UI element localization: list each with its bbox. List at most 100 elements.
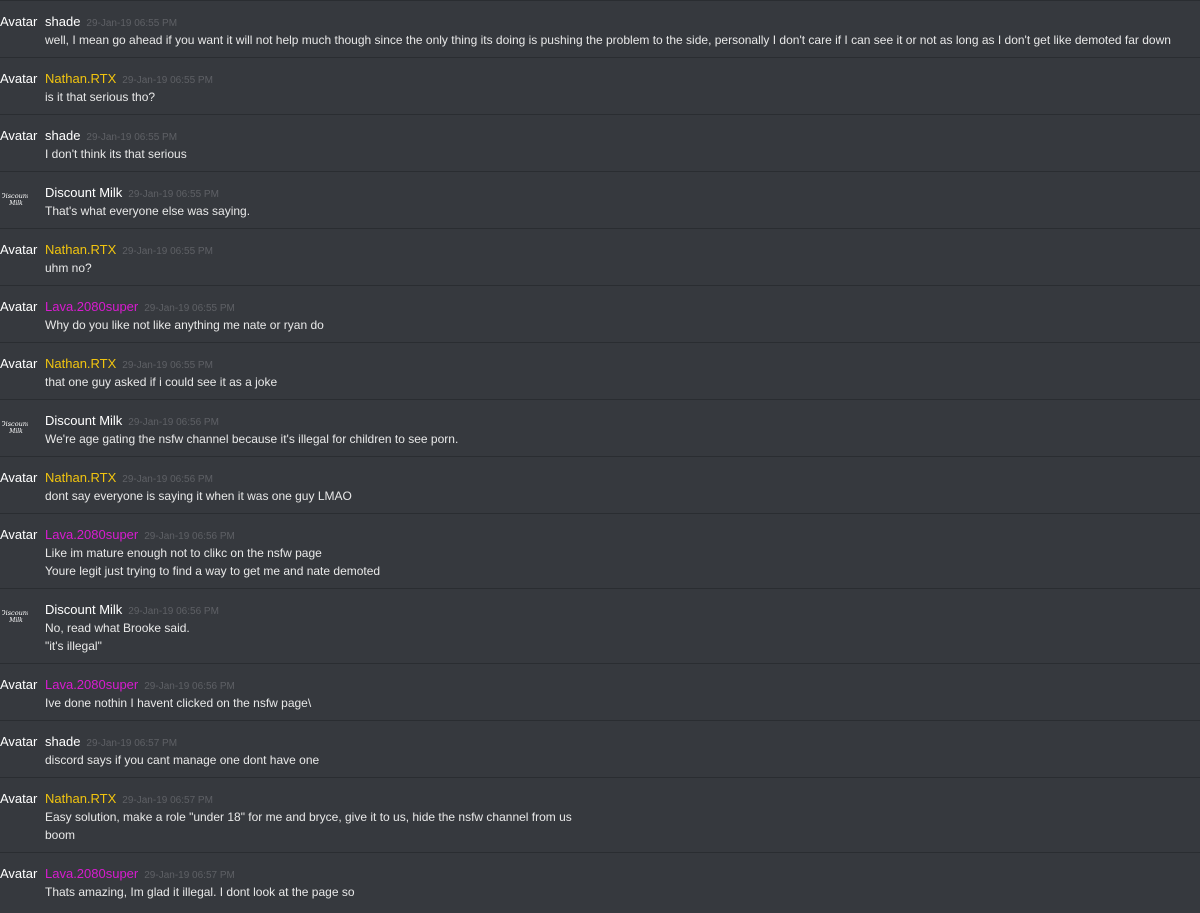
avatar[interactable]: Avatar <box>0 527 37 542</box>
message-text: discord says if you cant manage one dont… <box>45 753 320 767</box>
message: Avatar Nathan.RTX 29-Jan-19 06:55 PM that o… <box>0 342 1200 399</box>
username[interactable]: shade <box>45 734 80 749</box>
username[interactable]: Nathan.RTX <box>45 791 116 806</box>
avatar[interactable]: Avatar <box>0 791 37 806</box>
message-header: Nathan.RTX 29-Jan-19 06:55 PM <box>45 355 1200 373</box>
timestamp: 29-Jan-19 06:57 PM <box>86 738 178 749</box>
message: DiscountMilkDiscount Milk29-Jan-19 06:56… <box>0 399 1200 456</box>
message-header: Discount Milk 29-Jan-19 06:56 PM <box>45 601 1200 619</box>
username[interactable]: Lava.2080super <box>45 866 138 881</box>
message-header: Discount Milk 29-Jan-19 06:56 PM <box>45 412 1200 430</box>
discount-milk-logo-icon: DiscountMilk <box>2 420 28 435</box>
timestamp: 29-Jan-19 06:55 PM <box>86 18 178 29</box>
message-text: Thats amazing, Im glad it illegal. I don… <box>45 885 355 899</box>
avatar[interactable]: Avatar <box>0 242 37 257</box>
username[interactable]: Nathan.RTX <box>45 71 116 86</box>
message-header: Discount Milk 29-Jan-19 06:55 PM <box>45 184 1200 202</box>
message-text: dont say everyone is saying it when it w… <box>45 489 352 503</box>
avatar[interactable]: Avatar <box>0 734 37 749</box>
timestamp: 29-Jan-19 06:56 PM <box>144 681 235 692</box>
discount-milk-logo-icon: DiscountMilk <box>2 609 28 624</box>
message: Avatar Nathan.RTX 29-Jan-19 06:55 PM uhm no… <box>0 228 1200 285</box>
avatar[interactable]: Avatar <box>0 470 37 485</box>
avatar[interactable]: Avatar <box>0 866 37 881</box>
message-header: shade 29-Jan-19 06:55 PM <box>45 127 1200 145</box>
message-header: Lava.2080super 29-Jan-19 06:57 PM <box>45 865 1200 883</box>
logo-text-bottom: Milk <box>8 428 23 435</box>
username[interactable]: Lava.2080super <box>45 677 138 692</box>
message-header: Nathan.RTX 29-Jan-19 06:57 PM <box>45 790 1200 808</box>
message: Avatar Lava.2080super 29-Jan-19 06:56 PM Li… <box>0 513 1200 588</box>
avatar[interactable]: DiscountMilk <box>2 415 28 441</box>
message-text: Youre legit just trying to find a way to… <box>45 564 381 578</box>
message: Avatar shade 29-Jan-19 06:55 PM well, I mea… <box>0 0 1200 57</box>
avatar[interactable]: Avatar <box>0 677 37 692</box>
message-text: Easy solution, make a role "under 18" fo… <box>45 810 572 824</box>
username[interactable]: Lava.2080super <box>45 527 138 542</box>
username[interactable]: Nathan.RTX <box>45 470 116 485</box>
message: Avatar Lava.2080super 29-Jan-19 06:57 PM Th… <box>0 852 1200 909</box>
avatar[interactable]: Avatar <box>0 128 37 143</box>
avatar[interactable]: DiscountMilk <box>2 604 28 630</box>
message-text: well, I mean go ahead if you want it wil… <box>45 33 1171 47</box>
username[interactable]: shade <box>45 14 80 29</box>
message-header: shade 29-Jan-19 06:55 PM <box>45 13 1200 31</box>
username[interactable]: Discount Milk <box>45 413 122 428</box>
message-header: Lava.2080super 29-Jan-19 06:55 PM <box>45 298 1200 316</box>
username[interactable]: Discount Milk <box>45 185 122 200</box>
timestamp: 29-Jan-19 06:56 PM <box>128 606 219 617</box>
message-header: Lava.2080super 29-Jan-19 06:56 PM <box>45 526 1200 544</box>
message: Avatar Nathan.RTX 29-Jan-19 06:57 PM Easy s… <box>0 777 1200 852</box>
message-text: uhm no? <box>45 261 92 275</box>
timestamp: 29-Jan-19 06:57 PM <box>144 870 235 881</box>
message-header: Nathan.RTX 29-Jan-19 06:55 PM <box>45 241 1200 259</box>
username[interactable]: Nathan.RTX <box>45 356 116 371</box>
avatar[interactable]: Avatar <box>0 356 37 371</box>
timestamp: 29-Jan-19 06:56 PM <box>128 417 219 428</box>
logo-text-top: Discount <box>2 420 28 428</box>
timestamp: 29-Jan-19 06:56 PM <box>122 474 213 485</box>
avatar[interactable]: Avatar <box>0 299 37 314</box>
timestamp: 29-Jan-19 06:57 PM <box>122 795 213 806</box>
timestamp: 29-Jan-19 06:55 PM <box>128 189 219 200</box>
message: Avatar shade 29-Jan-19 06:55 PM I don't thi… <box>0 114 1200 171</box>
message-log: Avatar shade 29-Jan-19 06:55 PM well, I mea… <box>0 0 1200 909</box>
message-text: Like im mature enough not to clikc on th… <box>45 546 322 560</box>
logo-text-top: Discount <box>2 609 28 617</box>
message-text: is it that serious tho? <box>45 90 156 104</box>
timestamp: 29-Jan-19 06:55 PM <box>122 246 213 257</box>
message-text: I don't think its that serious <box>45 147 187 161</box>
message-header: Lava.2080super 29-Jan-19 06:56 PM <box>45 676 1200 694</box>
message-text: No, read what Brooke said. <box>45 621 190 635</box>
message: Avatar shade 29-Jan-19 06:57 PM discord say… <box>0 720 1200 777</box>
username[interactable]: shade <box>45 128 80 143</box>
avatar[interactable]: Avatar <box>0 71 37 86</box>
message: DiscountMilkDiscount Milk29-Jan-19 06:56… <box>0 588 1200 663</box>
timestamp: 29-Jan-19 06:55 PM <box>86 132 178 143</box>
message: Avatar Nathan.RTX 29-Jan-19 06:56 PM dont s… <box>0 456 1200 513</box>
message: Avatar Lava.2080super 29-Jan-19 06:55 PM Wh… <box>0 285 1200 342</box>
username[interactable]: Discount Milk <box>45 602 122 617</box>
message-text: "it's illegal" <box>45 639 102 653</box>
message-header: Nathan.RTX 29-Jan-19 06:56 PM <box>45 469 1200 487</box>
timestamp: 29-Jan-19 06:55 PM <box>144 303 235 314</box>
avatar[interactable]: DiscountMilk <box>2 187 28 213</box>
logo-text-top: Discount <box>2 192 28 200</box>
message-header: shade 29-Jan-19 06:57 PM <box>45 733 1200 751</box>
message: DiscountMilkDiscount Milk29-Jan-19 06:55… <box>0 171 1200 228</box>
timestamp: 29-Jan-19 06:56 PM <box>144 531 235 542</box>
timestamp: 29-Jan-19 06:55 PM <box>122 360 213 371</box>
message-text: Why do you like not like anything me nat… <box>45 318 324 332</box>
logo-text-bottom: Milk <box>8 200 23 207</box>
message-text: that one guy asked if i could see it as … <box>45 375 278 389</box>
avatar[interactable]: Avatar <box>0 14 37 29</box>
message-text: Ive done nothin I havent clicked on the … <box>45 696 312 710</box>
message-text: boom <box>45 828 76 842</box>
message-text: We're age gating the nsfw channel becaus… <box>45 432 459 446</box>
logo-text-bottom: Milk <box>8 617 23 624</box>
username[interactable]: Nathan.RTX <box>45 242 116 257</box>
message-header: Nathan.RTX 29-Jan-19 06:55 PM <box>45 70 1200 88</box>
message: Avatar Nathan.RTX 29-Jan-19 06:55 PM is it … <box>0 57 1200 114</box>
username[interactable]: Lava.2080super <box>45 299 138 314</box>
discount-milk-logo-icon: DiscountMilk <box>2 192 28 207</box>
